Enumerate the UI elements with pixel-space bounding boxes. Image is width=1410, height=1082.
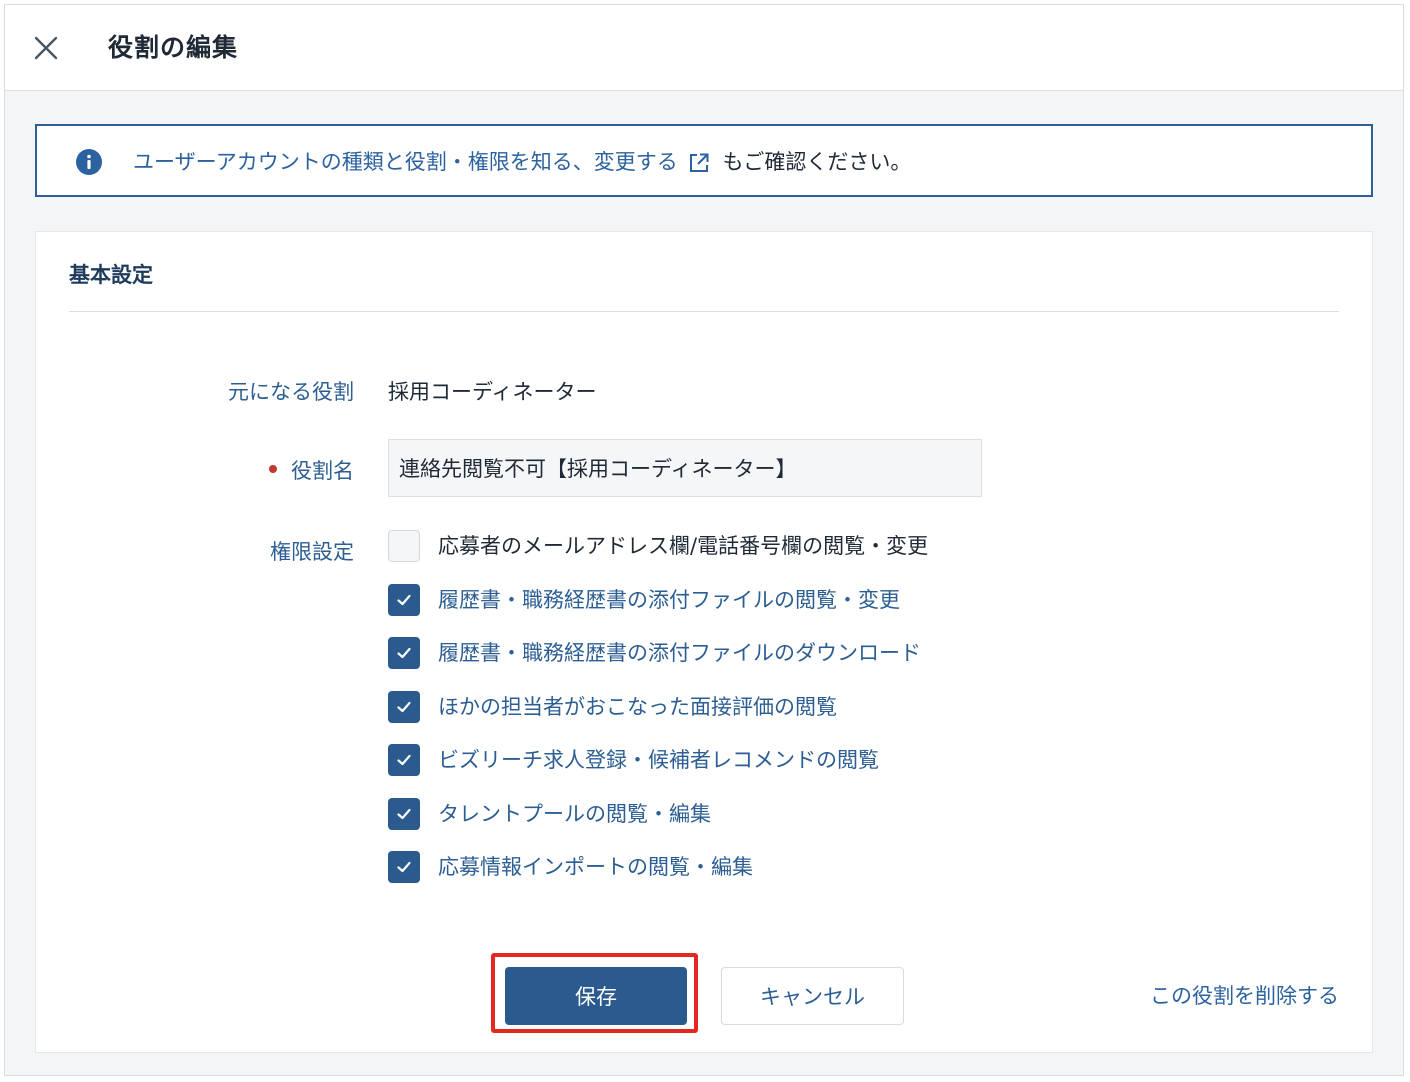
- permission-checkbox[interactable]: [388, 797, 420, 830]
- permission-checkbox[interactable]: [388, 583, 420, 616]
- permission-checkbox[interactable]: [388, 530, 420, 562]
- permission-label: 履歴書・職務経歴書の添付ファイルのダウンロード: [438, 641, 921, 665]
- basic-settings-card: 基本設定 元になる役割 採用コーディネーター 役割名 権限設定 応募者のメールア…: [35, 231, 1373, 1053]
- dialog-header: 役割の編集: [5, 5, 1403, 91]
- info-notice: ユーザーアカウントの種類と役割・権限を知る、変更する もご確認ください。: [35, 124, 1373, 197]
- notice-text: ユーザーアカウントの種類と役割・権限を知る、変更する もご確認ください。: [133, 146, 911, 176]
- permission-item[interactable]: 応募情報インポートの閲覧・編集: [388, 851, 928, 905]
- permission-label: 応募情報インポートの閲覧・編集: [438, 855, 753, 879]
- permission-checkbox[interactable]: [388, 637, 420, 669]
- cancel-button[interactable]: キャンセル: [721, 967, 904, 1025]
- role-name-input[interactable]: [388, 439, 982, 497]
- notice-suffix: もご確認ください。: [722, 150, 912, 174]
- permission-checkbox[interactable]: [388, 744, 420, 776]
- edit-role-dialog: 役割の編集 ユーザーアカウントの種類と役割・権限を知る、変更する もご確認くださ…: [4, 4, 1404, 1076]
- base-role-label: 元になる役割: [228, 380, 354, 404]
- section-title: 基本設定: [69, 263, 153, 287]
- permission-label: ほかの担当者がおこなった面接評価の閲覧: [438, 694, 837, 719]
- dialog-title: 役割の編集: [108, 33, 239, 62]
- checkmark-icon: [397, 861, 411, 873]
- permission-label: 応募者のメールアドレス欄/電話番号欄の閲覧・変更: [438, 534, 929, 558]
- checkmark-icon: [397, 647, 411, 659]
- permission-checkbox[interactable]: [388, 851, 420, 883]
- permission-item[interactable]: 履歴書・職務経歴書の添付ファイルのダウンロード: [388, 637, 928, 691]
- permission-item[interactable]: ビズリーチ求人登録・候補者レコメンドの閲覧: [388, 744, 928, 798]
- permission-label: 履歴書・職務経歴書の添付ファイルの閲覧・変更: [438, 587, 900, 612]
- section-divider: [69, 311, 1339, 312]
- info-icon: [75, 148, 103, 176]
- roles-help-link[interactable]: ユーザーアカウントの種類と役割・権限を知る、変更する: [133, 146, 722, 176]
- permission-item[interactable]: 応募者のメールアドレス欄/電話番号欄の閲覧・変更: [388, 530, 928, 584]
- checkmark-icon: [397, 754, 411, 766]
- save-button[interactable]: 保存: [505, 967, 687, 1025]
- permissions-list: 応募者のメールアドレス欄/電話番号欄の閲覧・変更 履歴書・職務経歴書の添付ファイル…: [388, 530, 928, 905]
- required-indicator: [269, 465, 277, 473]
- permissions-label: 権限設定: [270, 540, 354, 564]
- roles-help-link-text: ユーザーアカウントの種類と役割・権限を知る、変更する: [133, 150, 678, 174]
- base-role-value: 採用コーディネーター: [388, 380, 597, 404]
- delete-role-link[interactable]: この役割を削除する: [1150, 980, 1339, 1010]
- role-name-label-text: 役割名: [291, 459, 354, 483]
- checkmark-icon: [397, 808, 411, 819]
- checkmark-icon: [397, 594, 411, 605]
- external-link-icon: [688, 152, 710, 174]
- permission-label: ビズリーチ求人登録・候補者レコメンドの閲覧: [438, 748, 879, 772]
- checkmark-icon: [397, 701, 411, 712]
- permission-checkbox[interactable]: [388, 690, 420, 723]
- permission-item[interactable]: ほかの担当者がおこなった面接評価の閲覧: [388, 690, 928, 745]
- permission-label: タレントプールの閲覧・編集: [438, 801, 711, 826]
- role-name-label: 役割名: [269, 455, 354, 485]
- permission-item[interactable]: タレントプールの閲覧・編集: [388, 797, 928, 852]
- permission-item[interactable]: 履歴書・職務経歴書の添付ファイルの閲覧・変更: [388, 583, 928, 638]
- close-icon[interactable]: [33, 35, 59, 61]
